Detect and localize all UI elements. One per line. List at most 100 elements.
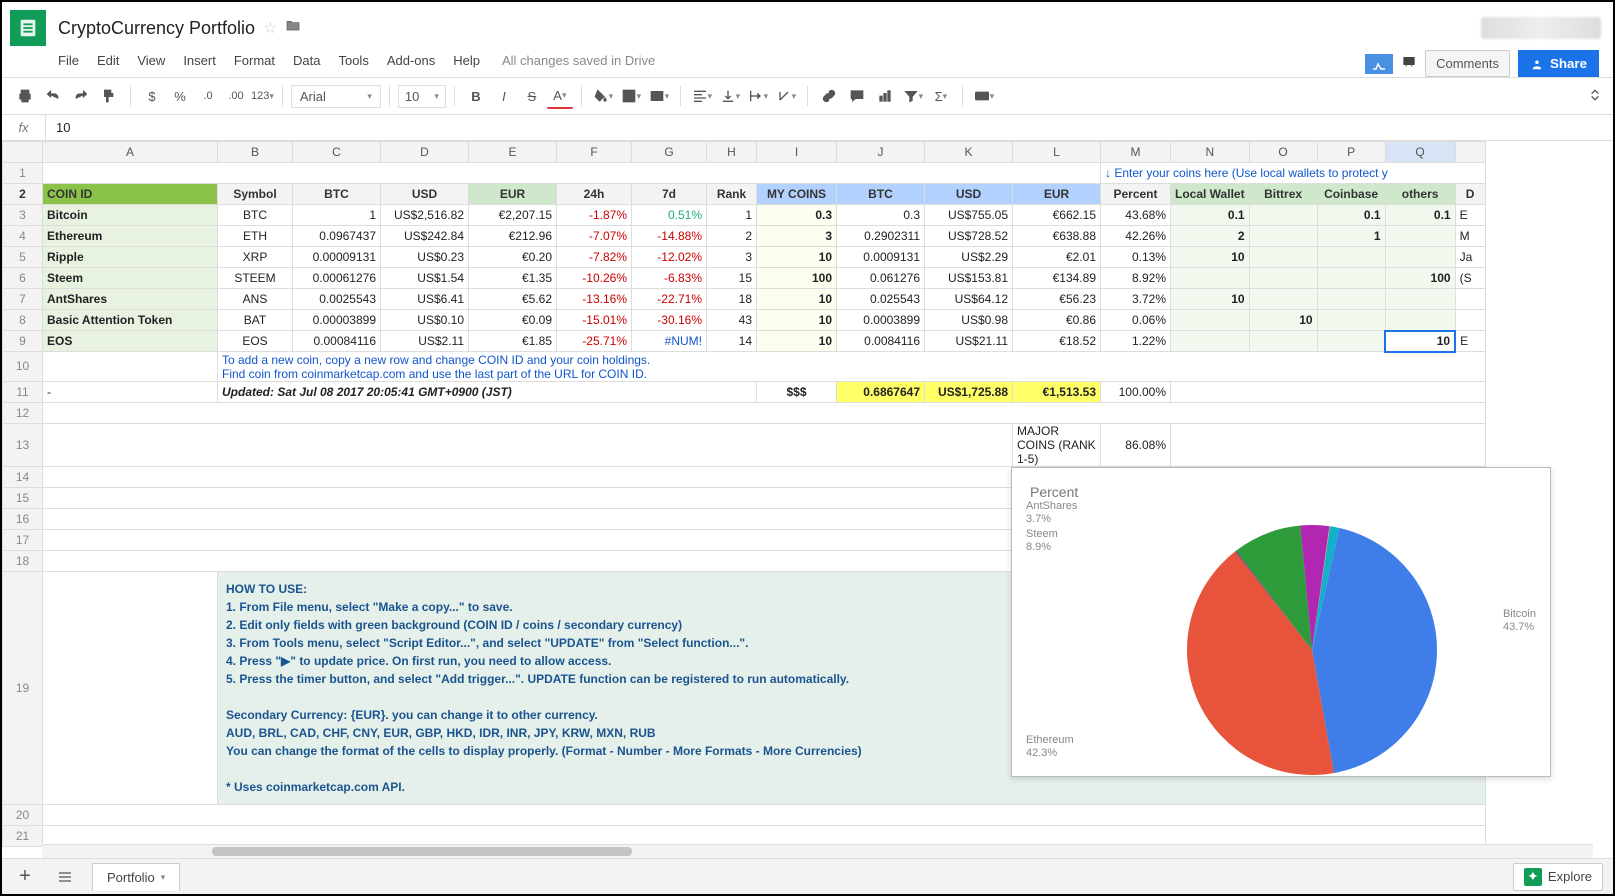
cell[interactable]: 0.00003899: [293, 310, 381, 331]
cell[interactable]: 43: [707, 310, 757, 331]
undo-icon[interactable]: [40, 83, 66, 109]
row-header[interactable]: 4: [3, 226, 43, 247]
cell[interactable]: €5.62: [469, 289, 557, 310]
cell[interactable]: 10: [757, 247, 837, 268]
cell[interactable]: E: [1455, 205, 1485, 226]
cell[interactable]: 0.061276: [837, 268, 925, 289]
col-header[interactable]: D: [381, 142, 469, 163]
updated-label[interactable]: Updated: Sat Jul 08 2017 20:05:41 GMT+09…: [218, 381, 757, 402]
row-header[interactable]: 8: [3, 310, 43, 331]
cell[interactable]: US$755.05: [925, 205, 1013, 226]
cell[interactable]: US$2.11: [381, 331, 469, 352]
addon-icon[interactable]: [1365, 54, 1393, 74]
cell[interactable]: 1: [707, 205, 757, 226]
cell[interactable]: [1249, 226, 1317, 247]
cell[interactable]: EOS: [218, 331, 293, 352]
cell[interactable]: Ripple: [43, 247, 218, 268]
cell[interactable]: [1171, 331, 1250, 352]
redo-icon[interactable]: [68, 83, 94, 109]
cell[interactable]: ETH: [218, 226, 293, 247]
cell[interactable]: €0.86: [1013, 310, 1101, 331]
number-format-dropdown[interactable]: 123: [251, 83, 274, 109]
major-pct[interactable]: 86.08%: [1101, 423, 1171, 466]
cell[interactable]: US$1.54: [381, 268, 469, 289]
cell[interactable]: 10: [1171, 247, 1250, 268]
italic-icon[interactable]: I: [491, 83, 517, 109]
cell[interactable]: [1249, 331, 1317, 352]
cell[interactable]: 43.68%: [1101, 205, 1171, 226]
collapse-toolbar-icon[interactable]: [1587, 87, 1603, 106]
cell[interactable]: -7.07%: [557, 226, 632, 247]
row-header[interactable]: 3: [3, 205, 43, 226]
cell[interactable]: -: [43, 381, 218, 402]
row-header[interactable]: 17: [3, 529, 43, 550]
menu-addons[interactable]: Add-ons: [387, 53, 435, 68]
row-header[interactable]: 14: [3, 466, 43, 487]
cell[interactable]: 0.06%: [1101, 310, 1171, 331]
row-header[interactable]: 7: [3, 289, 43, 310]
font-size-select[interactable]: 10▾: [398, 85, 446, 108]
cell[interactable]: 0.0009131: [837, 247, 925, 268]
cell[interactable]: BAT: [218, 310, 293, 331]
col-header[interactable]: P: [1317, 142, 1385, 163]
add-sheet-icon[interactable]: +: [12, 864, 38, 890]
cell[interactable]: [1385, 310, 1455, 331]
cell[interactable]: [1385, 289, 1455, 310]
cell[interactable]: Bitcoin: [43, 205, 218, 226]
cell[interactable]: M: [1455, 226, 1485, 247]
col-header[interactable]: I: [757, 142, 837, 163]
cell[interactable]: [1455, 310, 1485, 331]
cell[interactable]: -10.26%: [557, 268, 632, 289]
wrap-icon[interactable]: [745, 83, 771, 109]
col-header[interactable]: L: [1013, 142, 1101, 163]
cell[interactable]: 0.2902311: [837, 226, 925, 247]
cell[interactable]: €1.85: [469, 331, 557, 352]
cell[interactable]: [1317, 247, 1385, 268]
col-header[interactable]: M: [1101, 142, 1171, 163]
paint-format-icon[interactable]: [96, 83, 122, 109]
cell[interactable]: 3.72%: [1101, 289, 1171, 310]
doc-title[interactable]: CryptoCurrency Portfolio: [58, 18, 255, 39]
star-icon[interactable]: ☆: [263, 18, 277, 38]
cell[interactable]: 0.00009131: [293, 247, 381, 268]
h-align-icon[interactable]: [689, 83, 715, 109]
menu-format[interactable]: Format: [234, 53, 275, 68]
comments-button[interactable]: Comments: [1425, 50, 1510, 77]
row-header[interactable]: 18: [3, 550, 43, 571]
note-cell[interactable]: To add a new coin, copy a new row and ch…: [218, 352, 1486, 382]
cell[interactable]: (S: [1455, 268, 1485, 289]
major-label[interactable]: MAJOR COINS (RANK 1-5): [1013, 423, 1101, 466]
strike-icon[interactable]: S: [519, 83, 545, 109]
comment-icon[interactable]: [844, 83, 870, 109]
totals-label[interactable]: $$$: [757, 381, 837, 402]
cell[interactable]: US$153.81: [925, 268, 1013, 289]
cell[interactable]: €18.52: [1013, 331, 1101, 352]
cell[interactable]: -14.88%: [632, 226, 707, 247]
cell[interactable]: XRP: [218, 247, 293, 268]
cell[interactable]: 0.3: [837, 205, 925, 226]
row-header[interactable]: 1: [3, 163, 43, 184]
print-icon[interactable]: [12, 83, 38, 109]
cell[interactable]: -12.02%: [632, 247, 707, 268]
cell[interactable]: €0.20: [469, 247, 557, 268]
cell[interactable]: €1.35: [469, 268, 557, 289]
percent-format-icon[interactable]: %: [167, 83, 193, 109]
sheets-logo[interactable]: [10, 10, 46, 46]
cell[interactable]: US$0.10: [381, 310, 469, 331]
menu-data[interactable]: Data: [293, 53, 320, 68]
cell[interactable]: E: [1455, 331, 1485, 352]
functions-icon[interactable]: Σ: [928, 83, 954, 109]
cell[interactable]: [1317, 268, 1385, 289]
cell[interactable]: -6.83%: [632, 268, 707, 289]
cell[interactable]: 3: [757, 226, 837, 247]
cell[interactable]: Basic Attention Token: [43, 310, 218, 331]
cell[interactable]: 0.51%: [632, 205, 707, 226]
row-header[interactable]: 5: [3, 247, 43, 268]
cell[interactable]: -30.16%: [632, 310, 707, 331]
share-button[interactable]: Share: [1518, 50, 1599, 77]
currency-format-icon[interactable]: $: [139, 83, 165, 109]
cell[interactable]: BTC: [218, 205, 293, 226]
borders-icon[interactable]: [618, 83, 644, 109]
col-header[interactable]: C: [293, 142, 381, 163]
cell[interactable]: AntShares: [43, 289, 218, 310]
